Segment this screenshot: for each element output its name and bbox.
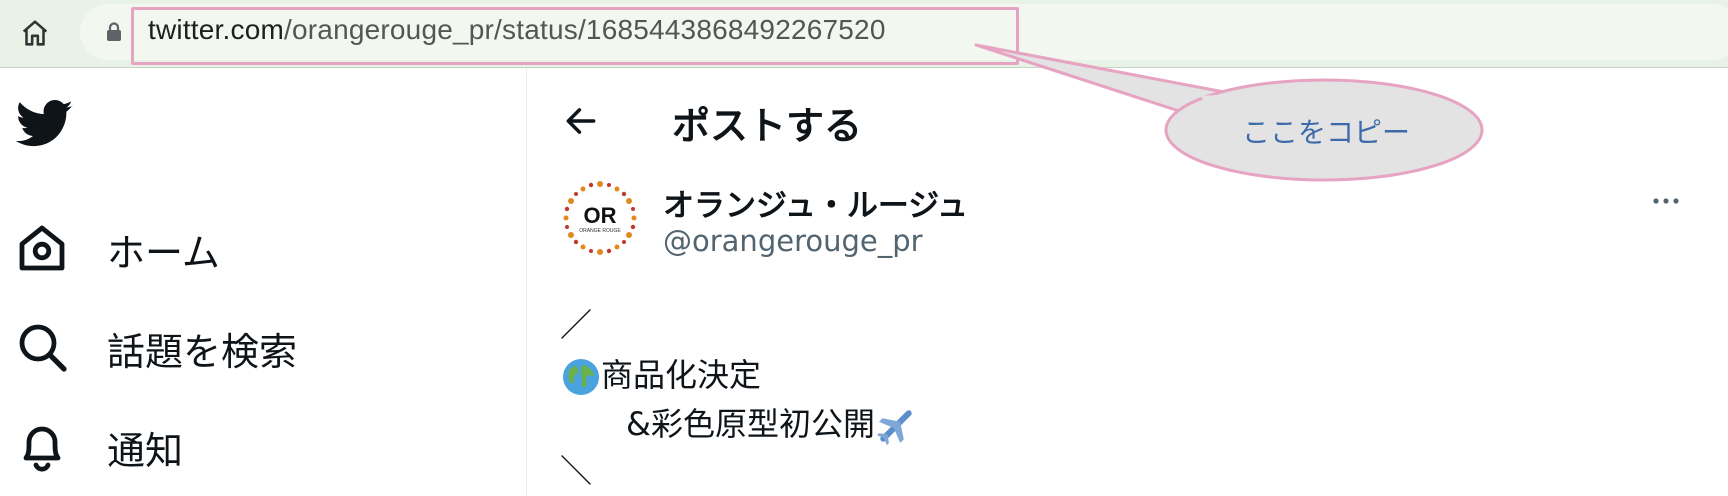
- home-icon: [19, 225, 65, 271]
- lock-icon[interactable]: [106, 22, 122, 42]
- home-icon[interactable]: [18, 16, 52, 50]
- tweet-line: ＼: [560, 452, 593, 490]
- avatar[interactable]: OR ORANGE ROUGE: [561, 179, 639, 257]
- tweet-line: ／: [560, 306, 593, 344]
- globe-emoji-icon: [563, 359, 599, 395]
- page-title: ポストする: [672, 104, 863, 148]
- svg-text:OR: OR: [584, 203, 617, 228]
- twitter-bird-icon[interactable]: [16, 100, 74, 148]
- more-options-icon[interactable]: [1651, 186, 1681, 216]
- bell-icon: [23, 426, 61, 472]
- user-handle[interactable]: @orangerouge_pr: [663, 224, 923, 258]
- sidebar-item-label: 通知: [107, 429, 184, 473]
- back-arrow-icon[interactable]: [562, 102, 600, 140]
- sidebar-item-label: ホーム: [107, 231, 220, 275]
- tweet-line-text: &彩色原型初公開: [626, 405, 875, 443]
- orange-rouge-logo: OR ORANGE ROUGE: [563, 181, 637, 255]
- tweet-line: &彩色原型初公開: [626, 399, 917, 447]
- sidebar-item-notifications[interactable]: 通知: [0, 404, 520, 474]
- tweet-line-text: 商品化決定: [601, 356, 762, 394]
- sidebar-item-explore[interactable]: 話題を検索: [0, 305, 520, 375]
- svg-text:ORANGE ROUGE: ORANGE ROUGE: [579, 228, 621, 234]
- airplane-emoji-icon: [876, 410, 912, 446]
- search-icon: [19, 324, 67, 372]
- sidebar-item-home[interactable]: ホーム: [0, 206, 520, 276]
- tweet-line: 商品化決定: [561, 350, 761, 397]
- url-highlight-box: [131, 7, 1019, 65]
- sidebar-item-label: 話題を検索: [107, 330, 298, 374]
- display-name[interactable]: オランジュ・ルージュ: [663, 180, 968, 225]
